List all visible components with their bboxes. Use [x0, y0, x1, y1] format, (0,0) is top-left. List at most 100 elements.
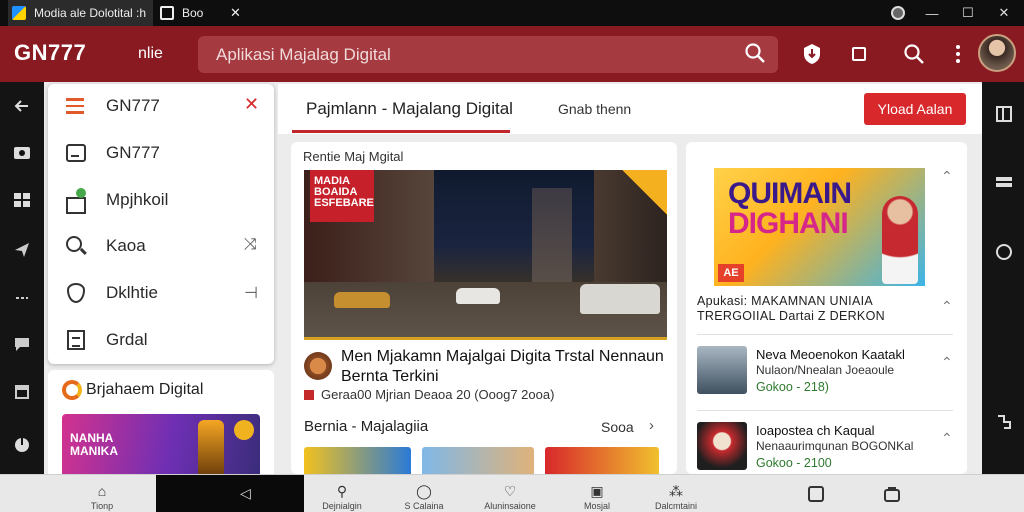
- tab-majalah-digital[interactable]: Pajmlann - Majalang Digital: [306, 99, 513, 119]
- back-arrow-icon[interactable]: [12, 96, 32, 116]
- drawer-item-label: Mpjhkoil: [106, 190, 169, 209]
- news-thumbnail[interactable]: [304, 447, 411, 474]
- close-icon[interactable]: ✕: [244, 94, 259, 115]
- search-icon[interactable]: [744, 42, 766, 64]
- brand-mark-icon: [62, 380, 82, 400]
- list-item-thumbnail[interactable]: [697, 346, 747, 394]
- publisher-logo: [304, 352, 332, 380]
- sidebar-hero-image[interactable]: QUIMAIN DIGHANI AE: [714, 168, 925, 286]
- pin-icon[interactable]: ⊣: [244, 283, 258, 303]
- news-section-heading: Bernia - Majalagiia: [304, 418, 429, 435]
- news-thumbnail[interactable]: [422, 447, 534, 474]
- car-graphic: [580, 284, 660, 314]
- bottom-nav-label: Dejnialgin: [322, 501, 362, 511]
- back-icon[interactable]: ◁: [240, 485, 256, 501]
- tab-label: Modia ale Dolotital :h: [34, 6, 147, 20]
- tab-secondary[interactable]: Gnab thenn: [558, 101, 631, 117]
- layers-icon[interactable]: [994, 172, 1014, 192]
- more-vert-icon[interactable]: [946, 42, 970, 66]
- heart-icon: ♡: [503, 483, 517, 499]
- main-tabbar: Pajmlann - Majalang Digital Gnab thenn Y…: [278, 84, 982, 134]
- list-item-subtitle: Nenaaurimqunan BOGONKal: [756, 439, 914, 453]
- search-input[interactable]: Aplikasi Majalag Digital: [198, 36, 778, 73]
- see-more-link[interactable]: Sooa: [601, 419, 634, 435]
- chevron-up-icon[interactable]: ⌃: [941, 354, 953, 371]
- news-thumbnail[interactable]: [545, 447, 659, 474]
- list-item-subtitle: Nulaon/Nnealan Joeaoule: [756, 363, 895, 377]
- promo-image: NANHA MANIKA: [62, 414, 260, 476]
- close-window-button[interactable]: ✕: [986, 0, 1022, 26]
- bottom-nav-favorites[interactable]: ♡ Aluninsaione: [470, 475, 550, 512]
- article-title[interactable]: Men Mjakamn Majalgai Digita Trstal Nenna…: [341, 347, 667, 387]
- browser-tab-active[interactable]: Modia ale Dolotital :h: [8, 0, 153, 26]
- home-icon: ⌂: [97, 483, 107, 499]
- drawer-item-1[interactable]: GN777: [48, 131, 274, 175]
- minimize-button[interactable]: —: [914, 0, 950, 26]
- bottom-nav-label: S Calaina: [404, 501, 444, 511]
- sidebar-toggle-icon[interactable]: [994, 104, 1014, 124]
- drawer-item-label: Dklhtie: [106, 283, 158, 302]
- frame-icon[interactable]: [806, 484, 826, 504]
- list-item-thumbnail[interactable]: [697, 422, 747, 470]
- divider: [697, 410, 953, 411]
- chevron-up-icon[interactable]: ⌃: [941, 430, 953, 447]
- bottom-nav-calendar[interactable]: ◯ S Calaina: [384, 475, 464, 512]
- export-icon[interactable]: [994, 412, 1014, 432]
- search-icon[interactable]: [902, 42, 926, 66]
- list-item-title[interactable]: Ioapostea ch Kaqual: [756, 424, 875, 438]
- chevron-right-icon[interactable]: ›: [649, 417, 654, 434]
- send-icon[interactable]: [12, 240, 32, 260]
- circle-icon: ◯: [416, 483, 432, 499]
- shield-icon: [64, 281, 88, 305]
- drawer-item-label: GN777: [106, 143, 160, 162]
- drawer-item-label: GN777: [106, 96, 160, 115]
- square-icon[interactable]: [852, 47, 866, 61]
- window-icon[interactable]: [12, 382, 32, 402]
- brand-logo[interactable]: GN777: [14, 40, 86, 66]
- drawer-item-0[interactable]: GN777 ✕: [48, 84, 274, 128]
- promo-image-text: NANHA MANIKA: [70, 431, 118, 458]
- list-item-title[interactable]: Neva Meoenokon Kaatakl: [756, 348, 905, 362]
- list-item-price: Gokoo - 2100: [756, 456, 832, 470]
- camera-icon[interactable]: [12, 142, 32, 162]
- grid-icon[interactable]: [12, 190, 32, 210]
- chevron-up-icon[interactable]: ⌃: [941, 168, 953, 185]
- drawer-item-5[interactable]: Grdal: [48, 318, 274, 362]
- left-toolbar: [0, 82, 44, 474]
- dash-icon[interactable]: [12, 288, 32, 308]
- circle-icon[interactable]: [994, 242, 1014, 262]
- search-icon: ⚲: [336, 483, 348, 499]
- drawer-item-label: Kaoa: [106, 236, 146, 255]
- drawer-item-2[interactable]: Mpjhkoil: [48, 178, 274, 222]
- profile-button[interactable]: [880, 0, 916, 26]
- bottom-nav-label: Aluninsaione: [484, 501, 536, 511]
- car-graphic: [334, 292, 390, 308]
- bag-icon[interactable]: [882, 484, 902, 504]
- bottom-nav-magazine[interactable]: ▣ Mosjal: [557, 475, 637, 512]
- header-nav-link[interactable]: nlie: [138, 45, 163, 63]
- bottom-nav-home[interactable]: ⌂ Tionp: [62, 475, 142, 512]
- store-sign: MADIA BOAIDA ESFEBARE: [310, 170, 374, 222]
- power-icon[interactable]: [12, 434, 32, 454]
- drawer-item-4[interactable]: Dklhtie ⊣: [48, 271, 274, 315]
- chat-icon[interactable]: [12, 334, 32, 354]
- hero-title-line2: DIGHANI: [728, 207, 849, 240]
- promo-card[interactable]: Brjahaem Digital NANHA MANIKA: [48, 370, 274, 480]
- meta-icon: [304, 390, 314, 400]
- bottom-nav-catalog[interactable]: ⁂ Dalcmtaini: [636, 475, 716, 512]
- bottom-nav-search[interactable]: ⚲ Dejnialgin: [302, 475, 382, 512]
- bottom-navigation: ⌂ Tionp ◁ ⚲ Dejnialgin ◯ S Calaina ♡ Alu…: [0, 474, 1024, 512]
- tab-close-icon[interactable]: ✕: [230, 5, 241, 21]
- avatar[interactable]: [978, 34, 1016, 72]
- bottle-graphic: [198, 420, 224, 476]
- maximize-button[interactable]: ☐: [950, 0, 986, 26]
- shield-icon[interactable]: [800, 42, 824, 66]
- chevron-up-icon[interactable]: ⌃: [941, 298, 953, 315]
- drawer-item-3[interactable]: Kaoa ⤨: [48, 224, 274, 268]
- shuffle-icon[interactable]: ⤨: [244, 236, 257, 254]
- person-graphic: [882, 196, 918, 284]
- read-button[interactable]: Yload Aalan: [864, 93, 966, 125]
- hero-image[interactable]: MADIA BOAIDA ESFEBARE: [304, 170, 667, 340]
- drawer-item-label: Grdal: [106, 330, 148, 349]
- bottom-nav-label: Dalcmtaini: [654, 501, 697, 511]
